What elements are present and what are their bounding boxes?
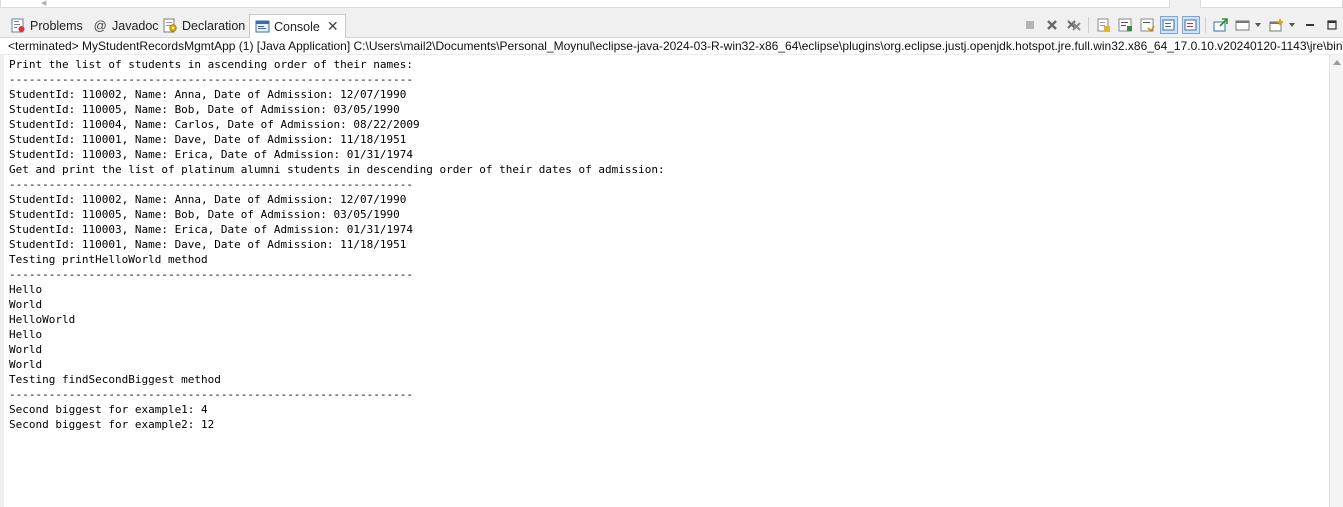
chevron-down-icon[interactable]: [1253, 16, 1262, 34]
at-icon: @: [93, 18, 107, 33]
console-line: Print the list of students in ascending …: [9, 58, 413, 71]
scroll-up-icon[interactable]: [1333, 60, 1341, 65]
remove-all-terminated-icon[interactable]: [1065, 16, 1083, 34]
toolbar-separator: [1205, 17, 1206, 33]
console-line: ----------------------------------------…: [9, 268, 413, 281]
console-process-label: <terminated> MyStudentRecordsMgmtApp (1)…: [0, 38, 1343, 55]
tab-console[interactable]: Console ✕: [249, 14, 346, 38]
vertical-scrollbar[interactable]: [1329, 55, 1343, 507]
console-toolbar: [1019, 14, 1343, 36]
console-line: World: [9, 358, 43, 371]
pin-console-icon[interactable]: [1211, 16, 1229, 34]
show-console-on-error-icon[interactable]: [1182, 16, 1200, 34]
console-line: Testing findSecondBiggest method: [9, 373, 221, 386]
tab-console-label: Console: [274, 19, 320, 34]
console-line: ----------------------------------------…: [9, 388, 413, 401]
console-line: ----------------------------------------…: [9, 73, 413, 86]
console-output-text: Print the list of students in ascending …: [4, 55, 1329, 432]
tab-declaration-label: Declaration: [182, 18, 246, 33]
scroll-lock-icon[interactable]: [1094, 16, 1112, 34]
console-line: Second biggest for example2: 12: [9, 418, 215, 431]
console-line: Get and print the list of platinum alumn…: [9, 163, 665, 176]
console-line: StudentId: 110003, Name: Erica, Date of …: [9, 223, 413, 236]
display-console-icon[interactable]: [1233, 16, 1251, 34]
tab-declaration[interactable]: Declaration: [162, 14, 245, 37]
horizontal-scrollbar[interactable]: ◀: [0, 0, 1170, 8]
remove-launch-icon[interactable]: [1043, 16, 1061, 34]
console-line: HelloWorld: [9, 313, 76, 326]
chevron-down-icon[interactable]: [1287, 16, 1296, 34]
scroll-left-icon[interactable]: ◀: [41, 0, 46, 8]
console-line: World: [9, 343, 43, 356]
tab-javadoc[interactable]: @ Javadoc: [92, 14, 159, 37]
tab-javadoc-label: Javadoc: [112, 18, 159, 33]
terminate-icon[interactable]: [1021, 16, 1039, 34]
problems-icon: [10, 18, 26, 34]
console-line: StudentId: 110004, Name: Carlos, Date of…: [9, 118, 420, 131]
show-on-stderr-icon[interactable]: [1160, 16, 1178, 34]
open-console-icon[interactable]: [1267, 16, 1285, 34]
tab-problems-label: Problems: [30, 18, 83, 33]
maximize-icon[interactable]: [1323, 16, 1341, 34]
console-output-area[interactable]: Print the list of students in ascending …: [0, 55, 1329, 507]
show-on-stdout-icon[interactable]: [1138, 16, 1156, 34]
declaration-icon: [162, 18, 178, 34]
word-wrap-icon[interactable]: [1116, 16, 1134, 34]
console-line: Hello: [9, 283, 43, 296]
console-line: StudentId: 110005, Name: Bob, Date of Ad…: [9, 103, 400, 116]
console-line: StudentId: 110001, Name: Dave, Date of A…: [9, 238, 407, 251]
console-line: StudentId: 110001, Name: Dave, Date of A…: [9, 133, 407, 146]
console-line: Testing printHelloWorld method: [9, 253, 208, 266]
editor-scroll-strip: ◀: [0, 0, 1343, 12]
console-line: World: [9, 298, 43, 311]
console-line: StudentId: 110005, Name: Bob, Date of Ad…: [9, 208, 400, 221]
console-line: StudentId: 110002, Name: Anna, Date of A…: [9, 193, 407, 206]
horizontal-scrollbar-secondary[interactable]: [1200, 0, 1343, 8]
console-line: ----------------------------------------…: [9, 178, 413, 191]
console-icon: [254, 19, 270, 35]
console-line: StudentId: 110002, Name: Anna, Date of A…: [9, 88, 407, 101]
close-icon[interactable]: ✕: [327, 18, 339, 35]
toolbar-separator: [1088, 17, 1089, 33]
console-line: StudentId: 110003, Name: Erica, Date of …: [9, 148, 413, 161]
console-line: Second biggest for example1: 4: [9, 403, 208, 416]
console-line: Hello: [9, 328, 43, 341]
tab-problems[interactable]: Problems: [10, 14, 83, 37]
minimize-icon[interactable]: [1301, 16, 1319, 34]
